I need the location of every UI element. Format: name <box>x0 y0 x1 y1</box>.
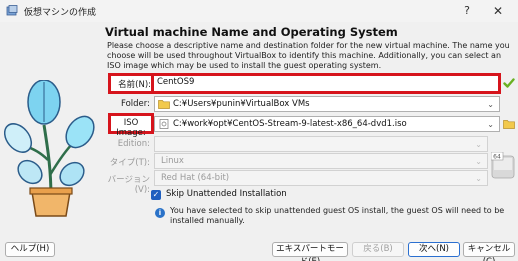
chevron-down-icon: ⌄ <box>475 140 482 149</box>
iso-image-select[interactable]: C:¥work¥opt¥CentOS-Stream-9-latest-x86_6… <box>154 116 500 132</box>
version-value: Red Hat (64-bit) <box>161 173 230 183</box>
chevron-down-icon: ⌄ <box>475 157 482 166</box>
wizard-image-pane <box>0 22 103 235</box>
skip-unattended-label[interactable]: Skip Unattended Installation <box>166 189 287 199</box>
os-bitness-badge: 64 <box>493 154 501 161</box>
plant-illustration <box>4 80 95 217</box>
disc-file-icon <box>159 119 169 129</box>
virtualbox-app-icon <box>6 5 18 16</box>
chevron-down-icon: ⌄ <box>487 120 494 129</box>
version-select[interactable]: Red Hat (64-bit) ⌄ <box>154 170 488 186</box>
next-button[interactable]: 次へ(N) <box>408 242 460 257</box>
name-label: 名前(N): <box>118 80 151 90</box>
info-icon: i <box>155 208 165 218</box>
version-label: バージョン(V): <box>107 175 150 195</box>
folder-select[interactable]: C:¥Users¥punin¥VirtualBox VMs ⌄ <box>154 96 500 112</box>
expert-mode-button[interactable]: エキスパートモード(E) <box>272 242 348 261</box>
valid-check-icon <box>503 78 515 88</box>
window-title: 仮想マシンの作成 <box>24 8 97 18</box>
close-window-button[interactable]: ✕ <box>484 2 512 20</box>
page-description: Please choose a descriptive name and des… <box>107 41 510 70</box>
back-button[interactable]: 戻る(B) <box>352 242 404 257</box>
iso-label: ISO Image: <box>116 118 146 138</box>
iso-image-value: C:¥work¥opt¥CentOS-Stream-9-latest-x86_6… <box>173 119 407 129</box>
edition-label: Edition: <box>117 139 150 149</box>
folder-label: Folder: <box>121 99 150 109</box>
help-button[interactable]: ヘルプ(H) <box>5 242 55 257</box>
type-label: タイプ(T): <box>109 158 150 168</box>
cancel-button[interactable]: キャンセル(C) <box>463 242 515 261</box>
title-help-button[interactable]: ? <box>455 2 479 20</box>
browse-iso-folder-icon[interactable] <box>503 118 515 130</box>
title-bar: 仮想マシンの作成 ? ✕ <box>0 0 518 22</box>
edition-select[interactable]: ⌄ <box>154 136 488 152</box>
os-type-icon: 64 <box>491 152 515 179</box>
info-message: You have selected to skip unattended gue… <box>170 206 505 225</box>
chevron-down-icon: ⌄ <box>475 174 482 183</box>
folder-icon <box>158 100 170 109</box>
type-select[interactable]: Linux ⌄ <box>154 153 488 169</box>
type-value: Linux <box>161 156 184 166</box>
name-input[interactable]: CentOS9 <box>154 76 498 91</box>
page-heading: Virtual machine Name and Operating Syste… <box>105 25 398 39</box>
folder-value: C:¥Users¥punin¥VirtualBox VMs <box>173 99 310 109</box>
skip-unattended-checkbox[interactable]: ✓ <box>151 190 161 200</box>
chevron-down-icon: ⌄ <box>487 100 494 109</box>
